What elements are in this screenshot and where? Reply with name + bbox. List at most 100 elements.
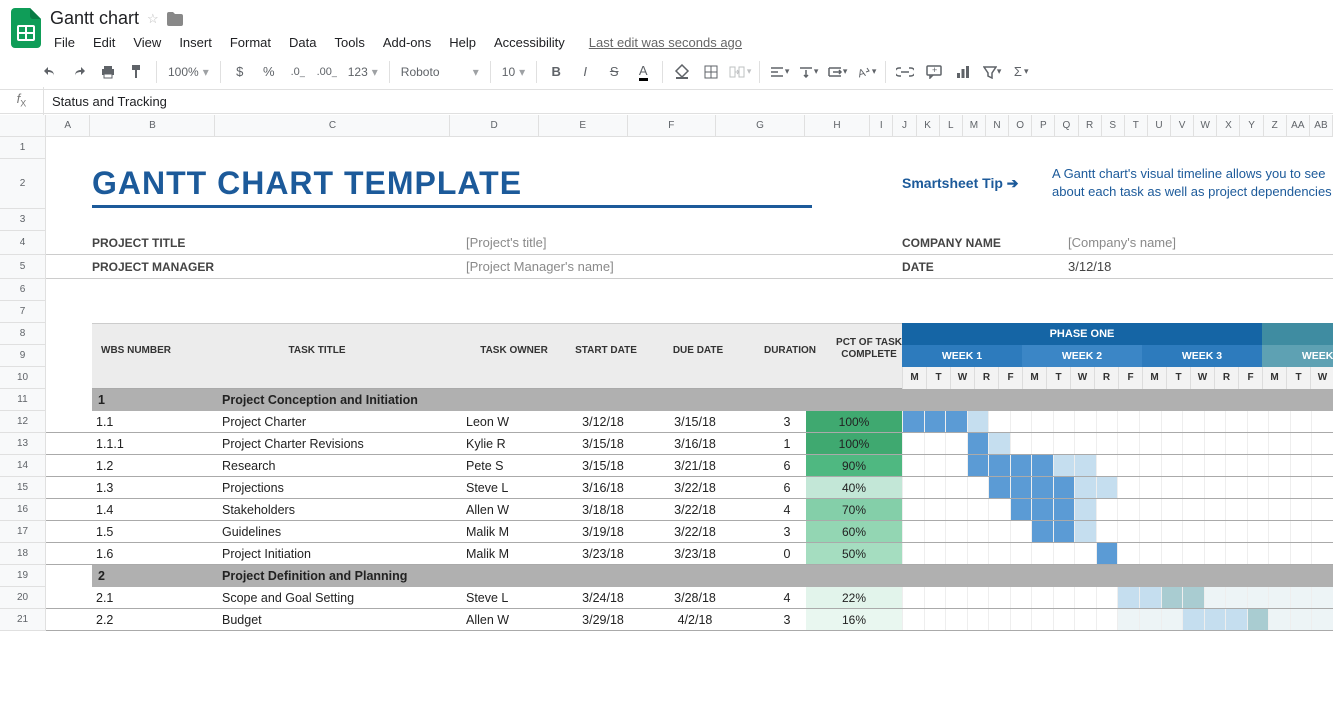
menu-insert[interactable]: Insert (171, 31, 220, 54)
pct-complete-cell[interactable]: 100% (806, 411, 902, 432)
pct-complete-cell[interactable]: 50% (806, 543, 902, 564)
wbs-cell[interactable]: 1.4 (96, 499, 176, 520)
start-date-cell[interactable]: 3/12/18 (558, 411, 648, 432)
select-all-corner[interactable] (0, 115, 46, 137)
valign-button[interactable]: ▾ (794, 58, 822, 86)
row-header[interactable]: 12 (0, 411, 46, 433)
strike-button[interactable]: S (600, 58, 628, 86)
wrap-button[interactable]: ▾ (823, 58, 851, 86)
chart-button[interactable] (949, 58, 977, 86)
project-title-value[interactable]: [Project's title] (466, 231, 766, 254)
start-date-cell[interactable]: 3/29/18 (558, 609, 648, 630)
due-date-cell[interactable]: 3/15/18 (650, 411, 740, 432)
due-date-cell[interactable]: 3/16/18 (650, 433, 740, 454)
menu-accessibility[interactable]: Accessibility (486, 31, 573, 54)
owner-cell[interactable]: Kylie R (466, 433, 556, 454)
task-title-cell[interactable]: Scope and Goal Setting (222, 587, 452, 608)
start-date-cell[interactable]: 3/24/18 (558, 587, 648, 608)
due-date-cell[interactable]: 3/28/18 (650, 587, 740, 608)
row-header[interactable]: 21 (0, 609, 46, 631)
italic-button[interactable]: I (571, 58, 599, 86)
filter-button[interactable]: ▾ (978, 58, 1006, 86)
task-title-cell[interactable]: Project Charter Revisions (222, 433, 452, 454)
row-header[interactable]: 10 (0, 367, 46, 389)
menu-help[interactable]: Help (441, 31, 484, 54)
column-headers[interactable]: ABCDEFGHIJKLMNOPQRSTUVWXYZAAAB (46, 115, 1333, 137)
gantt-cells[interactable] (902, 477, 1333, 498)
owner-cell[interactable]: Leon W (466, 411, 556, 432)
paint-format-button[interactable] (123, 58, 151, 86)
menu-format[interactable]: Format (222, 31, 279, 54)
task-title-cell[interactable]: Stakeholders (222, 499, 452, 520)
pct-complete-cell[interactable]: 22% (806, 587, 902, 608)
gantt-cells[interactable] (902, 609, 1333, 630)
start-date-cell[interactable]: 3/15/18 (558, 433, 648, 454)
row-header[interactable]: 2 (0, 159, 46, 209)
menu-file[interactable]: File (46, 31, 83, 54)
row-header[interactable]: 8 (0, 323, 46, 345)
text-color-button[interactable]: A (629, 58, 657, 86)
row-header[interactable]: 16 (0, 499, 46, 521)
wbs-cell[interactable]: 1.6 (96, 543, 176, 564)
menu-tools[interactable]: Tools (326, 31, 372, 54)
row-header[interactable]: 7 (0, 301, 46, 323)
menu-edit[interactable]: Edit (85, 31, 123, 54)
task-title-cell[interactable]: Budget (222, 609, 452, 630)
row-header[interactable]: 4 (0, 231, 46, 255)
fontsize-dropdown[interactable]: 10▾ (496, 58, 531, 86)
comment-button[interactable]: + (920, 58, 948, 86)
pct-complete-cell[interactable]: 100% (806, 433, 902, 454)
number-format-dropdown[interactable]: 123▾ (342, 58, 384, 86)
task-title-cell[interactable]: Projections (222, 477, 452, 498)
start-date-cell[interactable]: 3/23/18 (558, 543, 648, 564)
row-header[interactable]: 17 (0, 521, 46, 543)
due-date-cell[interactable]: 4/2/18 (650, 609, 740, 630)
gantt-cells[interactable] (902, 521, 1333, 542)
task-title-cell[interactable]: Project Initiation (222, 543, 452, 564)
row-header[interactable]: 20 (0, 587, 46, 609)
menu-addons[interactable]: Add-ons (375, 31, 439, 54)
due-date-cell[interactable]: 3/22/18 (650, 477, 740, 498)
task-title-cell[interactable]: Research (222, 455, 452, 476)
gantt-cells[interactable] (902, 433, 1333, 454)
print-button[interactable] (94, 58, 122, 86)
wbs-cell[interactable]: 1.3 (96, 477, 176, 498)
owner-cell[interactable]: Malik M (466, 543, 556, 564)
menu-data[interactable]: Data (281, 31, 324, 54)
task-title-cell[interactable]: Project Charter (222, 411, 452, 432)
menu-view[interactable]: View (125, 31, 169, 54)
owner-cell[interactable]: Steve L (466, 587, 556, 608)
row-header[interactable]: 3 (0, 209, 46, 231)
pct-complete-cell[interactable]: 70% (806, 499, 902, 520)
redo-button[interactable] (65, 58, 93, 86)
project-manager-value[interactable]: [Project Manager's name] (466, 255, 766, 278)
merge-button[interactable]: ▾ (726, 58, 754, 86)
inc-decimal-button[interactable]: .00_ (313, 58, 341, 86)
tip-link[interactable]: Smartsheet Tip ➔ (902, 159, 1042, 208)
due-date-cell[interactable]: 3/23/18 (650, 543, 740, 564)
row-header[interactable]: 11 (0, 389, 46, 411)
halign-button[interactable]: ▾ (765, 58, 793, 86)
start-date-cell[interactable]: 3/16/18 (558, 477, 648, 498)
gantt-cells[interactable] (902, 499, 1333, 520)
owner-cell[interactable]: Allen W (466, 609, 556, 630)
last-edit-link[interactable]: Last edit was seconds ago (575, 31, 756, 54)
dec-decimal-button[interactable]: .0_ (284, 58, 312, 86)
row-header[interactable]: 13 (0, 433, 46, 455)
bold-button[interactable]: B (542, 58, 570, 86)
owner-cell[interactable]: Allen W (466, 499, 556, 520)
row-header[interactable]: 5 (0, 255, 46, 279)
date-value[interactable]: 3/12/18 (1068, 255, 1268, 278)
star-icon[interactable]: ☆ (147, 11, 159, 27)
gantt-cells[interactable] (902, 587, 1333, 608)
wbs-cell[interactable]: 2.1 (96, 587, 176, 608)
row-header[interactable]: 18 (0, 543, 46, 565)
due-date-cell[interactable]: 3/22/18 (650, 499, 740, 520)
row-header[interactable]: 19 (0, 565, 46, 587)
company-name-value[interactable]: [Company's name] (1068, 231, 1268, 254)
pct-complete-cell[interactable]: 40% (806, 477, 902, 498)
fill-color-button[interactable] (668, 58, 696, 86)
start-date-cell[interactable]: 3/18/18 (558, 499, 648, 520)
row-header[interactable]: 9 (0, 345, 46, 367)
due-date-cell[interactable]: 3/22/18 (650, 521, 740, 542)
